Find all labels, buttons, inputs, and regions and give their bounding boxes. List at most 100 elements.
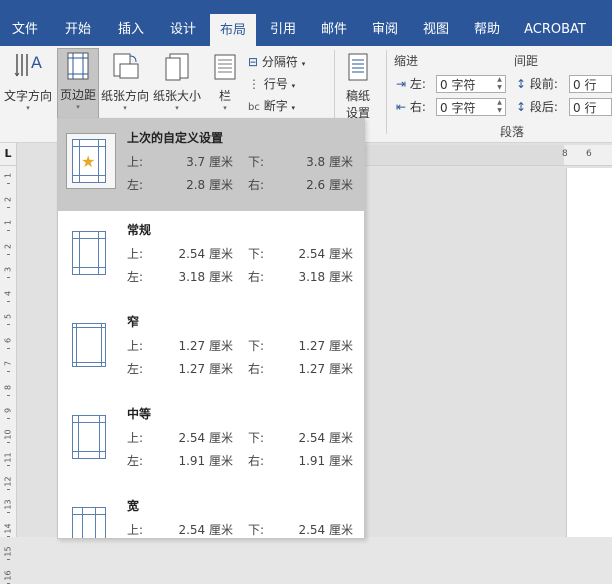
chevron-down-icon: ▾ — [291, 82, 296, 90]
bottom-label: 下: — [248, 339, 265, 353]
margin-option[interactable]: 常规 上: 2.54 厘米 下: 2.54 厘米 左: 3.18 厘米 右: 3.18 厘米 — [58, 211, 364, 303]
bottom-label: 下: — [248, 247, 265, 261]
paragraph-group-label: 段落 — [500, 125, 525, 139]
tab-4[interactable]: 布局 — [210, 14, 256, 46]
ruler-tick — [7, 535, 10, 537]
ruler-number: 1 — [3, 219, 13, 226]
right-label: 右: — [248, 362, 265, 376]
margin-option[interactable]: 窄上: 1.27 厘米 下: 1.27 厘米 左: 1.27 厘米 右: 1.27 厘米 — [58, 303, 364, 395]
ruler-tick — [7, 183, 10, 184]
ruler-tick — [7, 394, 10, 396]
margin-guide-line — [76, 324, 77, 366]
draft-paper-icon — [338, 52, 378, 87]
margin-option-name: 上次的自定义设置 — [127, 131, 224, 145]
bottom-value: 1.27 厘米 — [298, 339, 353, 353]
tab-3[interactable]: 设计 — [158, 10, 208, 46]
bottom-label: 下: — [248, 523, 265, 537]
draft-paper-button[interactable]: 稿纸 设置 — [338, 52, 378, 122]
ruler-number: 2 — [3, 243, 13, 249]
tab-2[interactable]: 插入 — [106, 10, 156, 46]
margin-guide-line — [73, 175, 105, 176]
spinner-arrows-icon[interactable]: ▲ ▼ — [495, 99, 504, 115]
margin-guide-line — [101, 324, 102, 366]
tab-5[interactable]: 引用 — [258, 10, 308, 46]
ruler-tick — [7, 559, 10, 560]
svg-text:A: A — [31, 53, 42, 72]
right-label: 右: — [248, 178, 265, 192]
ruler-number: 13 — [3, 499, 13, 510]
tab-selector[interactable]: L — [0, 143, 16, 166]
margin-guide-line — [73, 451, 105, 452]
ruler-tick — [7, 277, 10, 278]
left-label: 左: — [127, 270, 144, 284]
margin-option[interactable]: 中等 上: 2.54 厘米 下: 2.54 厘米 左: 1.91 厘米 右: 1.91 厘米 — [58, 395, 364, 487]
right-value: 2.6 厘米 — [306, 178, 353, 192]
tab-1[interactable]: 开始 — [52, 10, 104, 46]
redo-icon[interactable] — [80, 0, 94, 8]
horizontal-ruler[interactable]: 8 6 — [364, 145, 612, 166]
spacing-after-input[interactable]: 0 行 — [569, 98, 612, 116]
title-bar — [0, 0, 612, 10]
tab-7[interactable]: 审阅 — [360, 10, 410, 46]
margin-thumbnail-icon — [72, 323, 106, 367]
tab-6[interactable]: 邮件 — [310, 10, 358, 46]
bottom-value: 2.54 厘米 — [298, 247, 353, 261]
margin-guide-line — [73, 267, 105, 268]
margins-icon — [58, 49, 98, 86]
indent-left-label: ⇥ 左: — [396, 74, 426, 94]
margins-label: 页边距 — [59, 88, 96, 102]
tab-10[interactable]: ACROBAT — [514, 10, 596, 46]
margin-option[interactable]: 宽上: 2.54 厘米 下: 2.54 厘米 — [58, 487, 364, 538]
margin-thumbnail-icon — [72, 415, 106, 459]
right-value: 1.91 厘米 — [298, 454, 353, 468]
tab-0[interactable]: 文件 — [0, 10, 50, 46]
top-value: 3.7 厘米 — [186, 155, 233, 169]
orientation-button[interactable]: 纸张方向 ▾ — [100, 50, 150, 116]
vertical-ruler[interactable]: 1 2 1 2 3 4 5 6 7 8 9 10 11 12 13 14 15 16 — [0, 143, 17, 584]
breaks-label: 分隔符 — [261, 55, 298, 69]
ruler-number: 8 — [3, 384, 13, 390]
size-button[interactable]: 纸张大小 ▾ — [152, 50, 202, 116]
chevron-down-icon: ▾ — [123, 104, 127, 112]
ruler-number: 2 — [3, 196, 13, 202]
tab-8[interactable]: 视图 — [412, 10, 460, 46]
ruler-number: 7 — [3, 360, 13, 367]
top-label: 上: — [127, 155, 144, 169]
left-label: 左: — [127, 178, 144, 192]
undo-icon[interactable] — [46, 0, 60, 8]
indent-left-value: 0 字符 — [440, 78, 476, 92]
indent-right-input[interactable]: 0 字符 ▲ ▼ — [436, 98, 506, 116]
ruler-tick — [7, 324, 10, 325]
ruler-tick — [7, 441, 10, 443]
chevron-down-icon: ▾ — [26, 104, 30, 112]
spacing-before-value: 0 行 — [573, 78, 597, 92]
indent-left-input[interactable]: 0 字符 ▲ ▼ — [436, 75, 506, 93]
margin-option[interactable]: ★ 上次的自定义设置 上: 3.7 厘米 下: 3.8 厘米 左: 2.8 厘米 右: 2.6 厘… — [58, 119, 364, 211]
line-numbers-button[interactable]: ⋮ 行号 ▾ — [248, 74, 295, 94]
indent-right-icon: ⇤ — [396, 100, 407, 114]
margin-guide-line — [73, 327, 105, 328]
bottom-value: 2.54 厘米 — [298, 523, 353, 537]
top-value: 2.54 厘米 — [178, 523, 233, 537]
chevron-down-icon: ▾ — [301, 60, 306, 68]
right-value: 1.27 厘米 — [298, 362, 353, 376]
margin-guide-line — [73, 146, 105, 147]
tab-9[interactable]: 帮助 — [462, 10, 512, 46]
text-direction-icon: A — [2, 50, 54, 87]
columns-label: 栏 — [218, 89, 231, 103]
spacing-before-input[interactable]: 0 行 — [569, 75, 612, 93]
breaks-button[interactable]: ⊟ 分隔符 ▾ — [248, 52, 305, 72]
columns-button[interactable]: 栏 ▾ — [210, 50, 240, 116]
text-direction-button[interactable]: A 文字方向 ▾ — [2, 50, 54, 116]
ruler-tick-label: 6 — [586, 149, 592, 159]
margin-thumbnail-icon: ★ — [72, 139, 106, 183]
top-value: 2.54 厘米 — [178, 431, 233, 445]
line-numbers-icon: ⋮ — [248, 77, 260, 91]
document-page[interactable] — [566, 168, 612, 537]
margins-button[interactable]: 页边距 ▾ — [57, 48, 99, 122]
hyphenation-button[interactable]: bc 断字 ▾ — [248, 96, 295, 116]
spacing-after-value: 0 行 — [573, 101, 597, 115]
spinner-arrows-icon[interactable]: ▲ ▼ — [495, 76, 504, 92]
save-icon[interactable] — [16, 0, 30, 8]
group-divider — [386, 50, 387, 134]
